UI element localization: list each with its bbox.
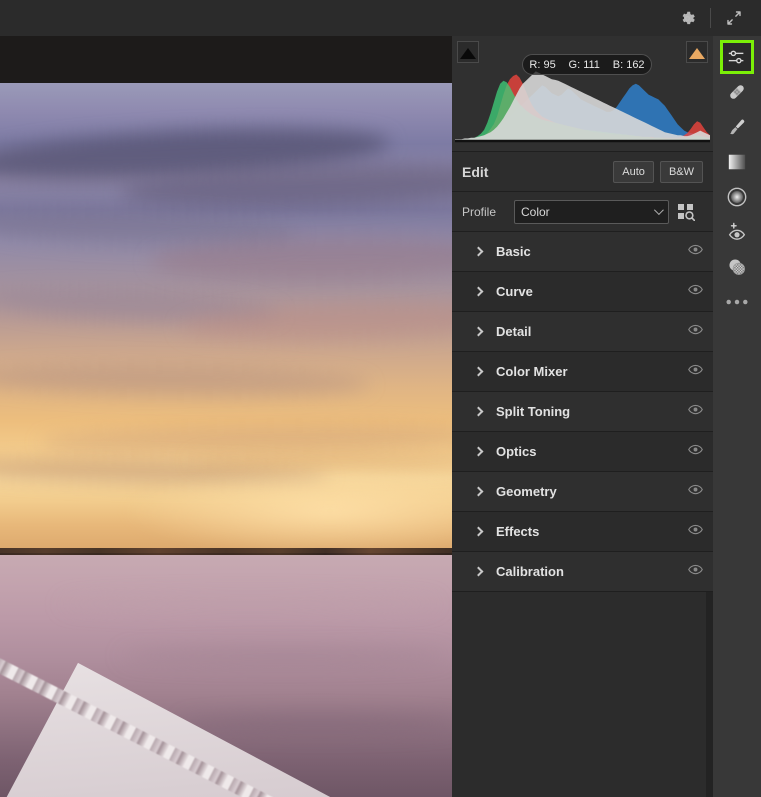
- eye-icon: [688, 364, 703, 374]
- section-visibility-toggle[interactable]: [688, 402, 703, 422]
- section-row-curve[interactable]: Curve: [452, 272, 713, 312]
- section-row-effects[interactable]: Effects: [452, 512, 713, 552]
- lake-streak: [120, 648, 450, 664]
- lake-streak: [60, 596, 440, 612]
- section-visibility-toggle[interactable]: [688, 442, 703, 462]
- section-visibility-toggle[interactable]: [688, 362, 703, 382]
- settings-button[interactable]: [670, 3, 704, 33]
- eye-icon: [688, 284, 703, 294]
- panel-scrollbar[interactable]: [706, 592, 713, 797]
- panel-empty-area: [452, 592, 706, 797]
- profile-dropdown[interactable]: Color: [514, 199, 669, 224]
- section-label: Split Toning: [496, 404, 571, 419]
- section-row-detail[interactable]: Detail: [452, 312, 713, 352]
- profile-value: Color: [521, 204, 550, 219]
- bandage-icon: [726, 81, 748, 103]
- section-visibility-toggle[interactable]: [688, 562, 703, 582]
- chevron-right-icon: [473, 246, 484, 257]
- section-row-split-toning[interactable]: Split Toning: [452, 392, 713, 432]
- section-label: Basic: [496, 244, 531, 259]
- tool-rail: [713, 36, 761, 797]
- chevron-right-icon: [473, 406, 484, 417]
- section-label: Effects: [496, 524, 540, 539]
- section-row-geometry[interactable]: Geometry: [452, 472, 713, 512]
- mask-circle-icon: [726, 256, 748, 278]
- chevron-right-icon: [473, 566, 484, 577]
- section-label: Calibration: [496, 564, 564, 579]
- ellipsis-icon: [725, 298, 749, 306]
- chevron-right-icon: [473, 286, 484, 297]
- gear-icon: [682, 11, 695, 24]
- chevron-right-icon: [473, 366, 484, 377]
- chevron-down-icon: [653, 205, 664, 216]
- toolbar-divider: [710, 8, 711, 28]
- edit-panel-header: Edit Auto B&W: [452, 152, 713, 192]
- treeline-horizon: [0, 548, 452, 555]
- shadow-clipping-triangle-icon: [460, 48, 476, 59]
- section-label: Curve: [496, 284, 533, 299]
- eye-icon: [688, 244, 703, 254]
- sliders-icon: [727, 47, 747, 67]
- letterbox-band: [0, 36, 452, 83]
- fullscreen-button[interactable]: [717, 3, 751, 33]
- section-label: Detail: [496, 324, 532, 339]
- paintbrush-icon: [726, 116, 748, 138]
- top-toolbar: [0, 0, 761, 36]
- gradient-square-icon: [727, 152, 747, 172]
- bw-button[interactable]: B&W: [659, 160, 703, 183]
- section-row-basic[interactable]: Basic: [452, 232, 713, 272]
- section-row-calibration[interactable]: Calibration: [452, 552, 713, 592]
- chevron-right-icon: [473, 326, 484, 337]
- profile-label: Profile: [462, 204, 497, 219]
- section-label: Color Mixer: [496, 364, 568, 379]
- adjustment-brush-tool[interactable]: [713, 110, 761, 144]
- eye-icon: [688, 444, 703, 454]
- section-row-color-mixer[interactable]: Color Mixer: [452, 352, 713, 392]
- eye-icon: [688, 484, 703, 494]
- rgb-blue-value: B: 162: [612, 58, 645, 71]
- section-row-optics[interactable]: Optics: [452, 432, 713, 472]
- radial-gradient-tool[interactable]: [713, 180, 761, 214]
- healing-brush-tool[interactable]: [713, 75, 761, 109]
- section-visibility-toggle[interactable]: [688, 482, 703, 502]
- photo-editor-window: R: 95 G: 111 B: 162 Edit Auto B&W Profil…: [0, 0, 761, 797]
- edit-title: Edit: [462, 163, 489, 180]
- more-options[interactable]: [713, 285, 761, 319]
- chevron-right-icon: [473, 446, 484, 457]
- eye-icon: [688, 524, 703, 534]
- eye-icon: [688, 564, 703, 574]
- grid-search-icon: [678, 203, 695, 221]
- rgb-readout: R: 95 G: 111 B: 162: [522, 54, 652, 75]
- right-panel: R: 95 G: 111 B: 162 Edit Auto B&W Profil…: [452, 36, 713, 797]
- horizon-glow: [120, 466, 452, 556]
- profile-row: Profile Color: [452, 192, 713, 232]
- section-label: Geometry: [496, 484, 557, 499]
- auto-button[interactable]: Auto: [613, 160, 654, 183]
- expand-arrows-icon: [727, 11, 741, 25]
- section-visibility-toggle[interactable]: [688, 322, 703, 342]
- section-visibility-toggle[interactable]: [688, 242, 703, 262]
- edit-sections-list: Basic Curve Detail Color Mixer Split Toning O…: [452, 232, 713, 592]
- linear-gradient-tool[interactable]: [713, 145, 761, 179]
- photo-preview: [0, 36, 452, 797]
- red-eye-tool[interactable]: [713, 215, 761, 249]
- section-label: Optics: [496, 444, 537, 459]
- rgb-red-value: R: 95: [529, 58, 556, 71]
- profile-browser-button[interactable]: [669, 199, 703, 225]
- eye-icon: [688, 404, 703, 414]
- rgb-green-value: G: 111: [568, 58, 600, 71]
- highlight-clipping-triangle-icon: [689, 48, 705, 59]
- section-visibility-toggle[interactable]: [688, 522, 703, 542]
- chevron-right-icon: [473, 526, 484, 537]
- histogram-panel[interactable]: R: 95 G: 111 B: 162: [452, 36, 713, 152]
- edit-sliders-tool[interactable]: [720, 40, 754, 74]
- radial-circle-icon: [726, 186, 748, 208]
- lake-streak: [180, 716, 452, 732]
- section-visibility-toggle[interactable]: [688, 282, 703, 302]
- eye-plus-icon: [726, 221, 748, 243]
- eye-icon: [688, 324, 703, 334]
- image-canvas[interactable]: [0, 36, 452, 797]
- masking-tool[interactable]: [713, 250, 761, 284]
- chevron-right-icon: [473, 486, 484, 497]
